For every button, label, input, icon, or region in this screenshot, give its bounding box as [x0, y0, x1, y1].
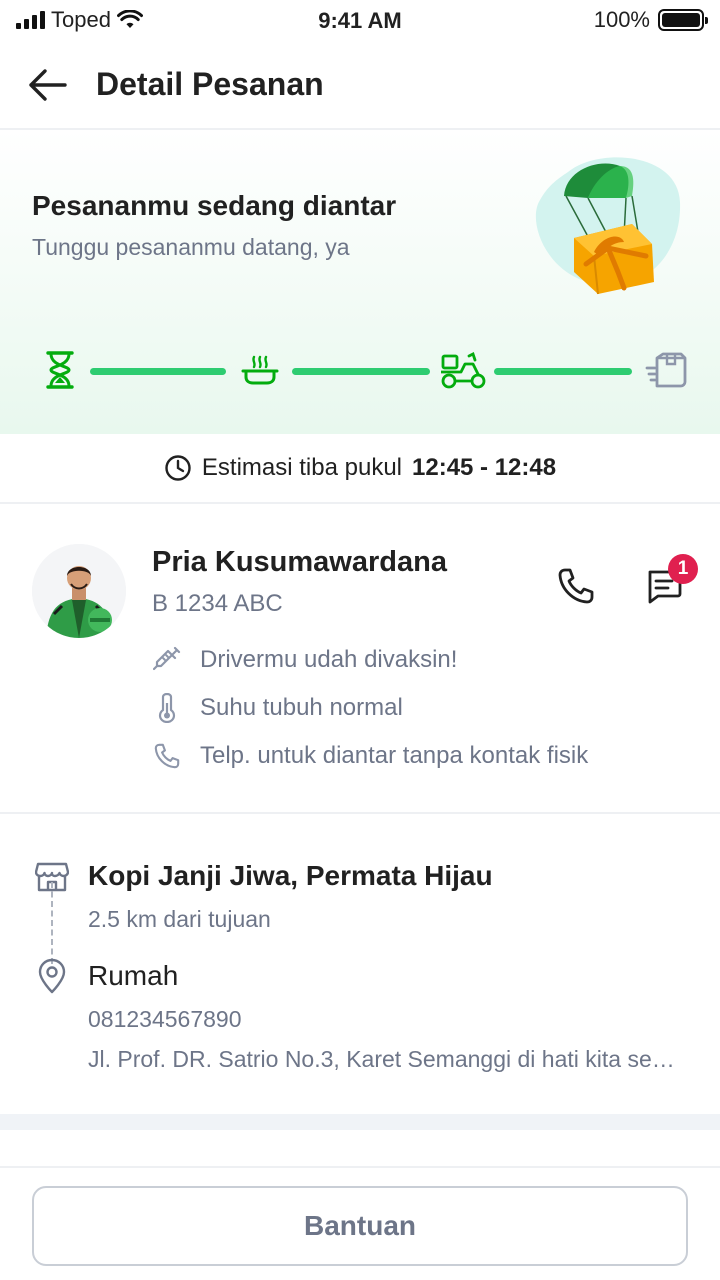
order-status-subtitle: Tunggu pesananmu datang, ya: [32, 234, 350, 260]
scooter-delivery-icon: [438, 346, 488, 394]
location-pin-icon: [34, 958, 70, 994]
app-header: Detail Pesanan: [0, 40, 720, 130]
chat-unread-badge: 1: [668, 554, 698, 584]
driver-feature-temperature: Suhu tubuh normal: [152, 688, 403, 728]
driver-feature-label: Drivermu udah divaksin!: [200, 646, 458, 673]
progress-segment-2: [292, 368, 430, 375]
arrow-left-icon: [27, 68, 67, 102]
call-driver-button[interactable]: [548, 558, 604, 614]
section-divider: [0, 1114, 720, 1130]
progress-segment-3: [494, 368, 632, 375]
battery-icon: [658, 9, 708, 31]
destination-label: Rumah: [88, 960, 179, 991]
clock-icon: [164, 454, 192, 482]
driver-card: Pria Kusumawardana B 1234 ABC 1 Drivermu…: [0, 504, 720, 814]
parachute-package-illustration: [528, 152, 688, 302]
eta-row: Estimasi tiba pukul 12:45 - 12:48: [0, 434, 720, 504]
destination-address: Jl. Prof. DR. Satrio No.3, Karet Semangg…: [88, 1046, 688, 1072]
delivered-box-icon: [642, 346, 690, 394]
phone-icon: [152, 741, 182, 771]
delivery-route: Kopi Janji Jiwa, Permata Hijau 2.5 km da…: [0, 814, 720, 1114]
order-progress-tracker: [36, 346, 692, 394]
status-bar: Toped 9:41 AM 100%: [0, 0, 720, 40]
status-bar-right: 100%: [593, 7, 708, 33]
eta-label: Estimasi tiba pukul: [201, 454, 402, 481]
driver-feature-label: Suhu tubuh normal: [200, 694, 403, 721]
driver-feature-label: Telp. untuk diantar tanpa kontak fisik: [200, 742, 589, 769]
driver-feature-contactless: Telp. untuk diantar tanpa kontak fisik: [152, 736, 588, 776]
avatar: [32, 544, 126, 638]
phone-icon: [556, 566, 596, 606]
driver-name: Pria Kusumawardana: [152, 546, 447, 578]
driver-plate-number: B 1234 ABC: [152, 590, 283, 617]
driver-feature-vaccinated: Drivermu udah divaksin!: [152, 640, 457, 680]
order-status-card: Pesananmu sedang diantar Tunggu pesananm…: [0, 130, 720, 434]
merchant-name: Kopi Janji Jiwa, Permata Hijau: [88, 860, 493, 891]
bottom-action-bar: Bantuan: [0, 1166, 720, 1280]
eta-time-range: 12:45 - 12:48: [412, 454, 557, 481]
back-button[interactable]: [24, 62, 70, 108]
merchant-distance: 2.5 km dari tujuan: [88, 906, 271, 932]
destination-phone: 081234567890: [88, 1006, 242, 1032]
cooking-pot-icon: [236, 346, 284, 394]
battery-percent: 100%: [593, 7, 650, 32]
thermometer-icon: [152, 693, 182, 723]
help-button[interactable]: Bantuan: [32, 1186, 688, 1266]
progress-segment-1: [90, 368, 226, 375]
route-connector: [51, 882, 53, 964]
page-title: Detail Pesanan: [96, 66, 324, 102]
syringe-icon: [152, 645, 182, 675]
hourglass-icon: [36, 346, 84, 394]
order-status-title: Pesananmu sedang diantar: [32, 190, 397, 221]
